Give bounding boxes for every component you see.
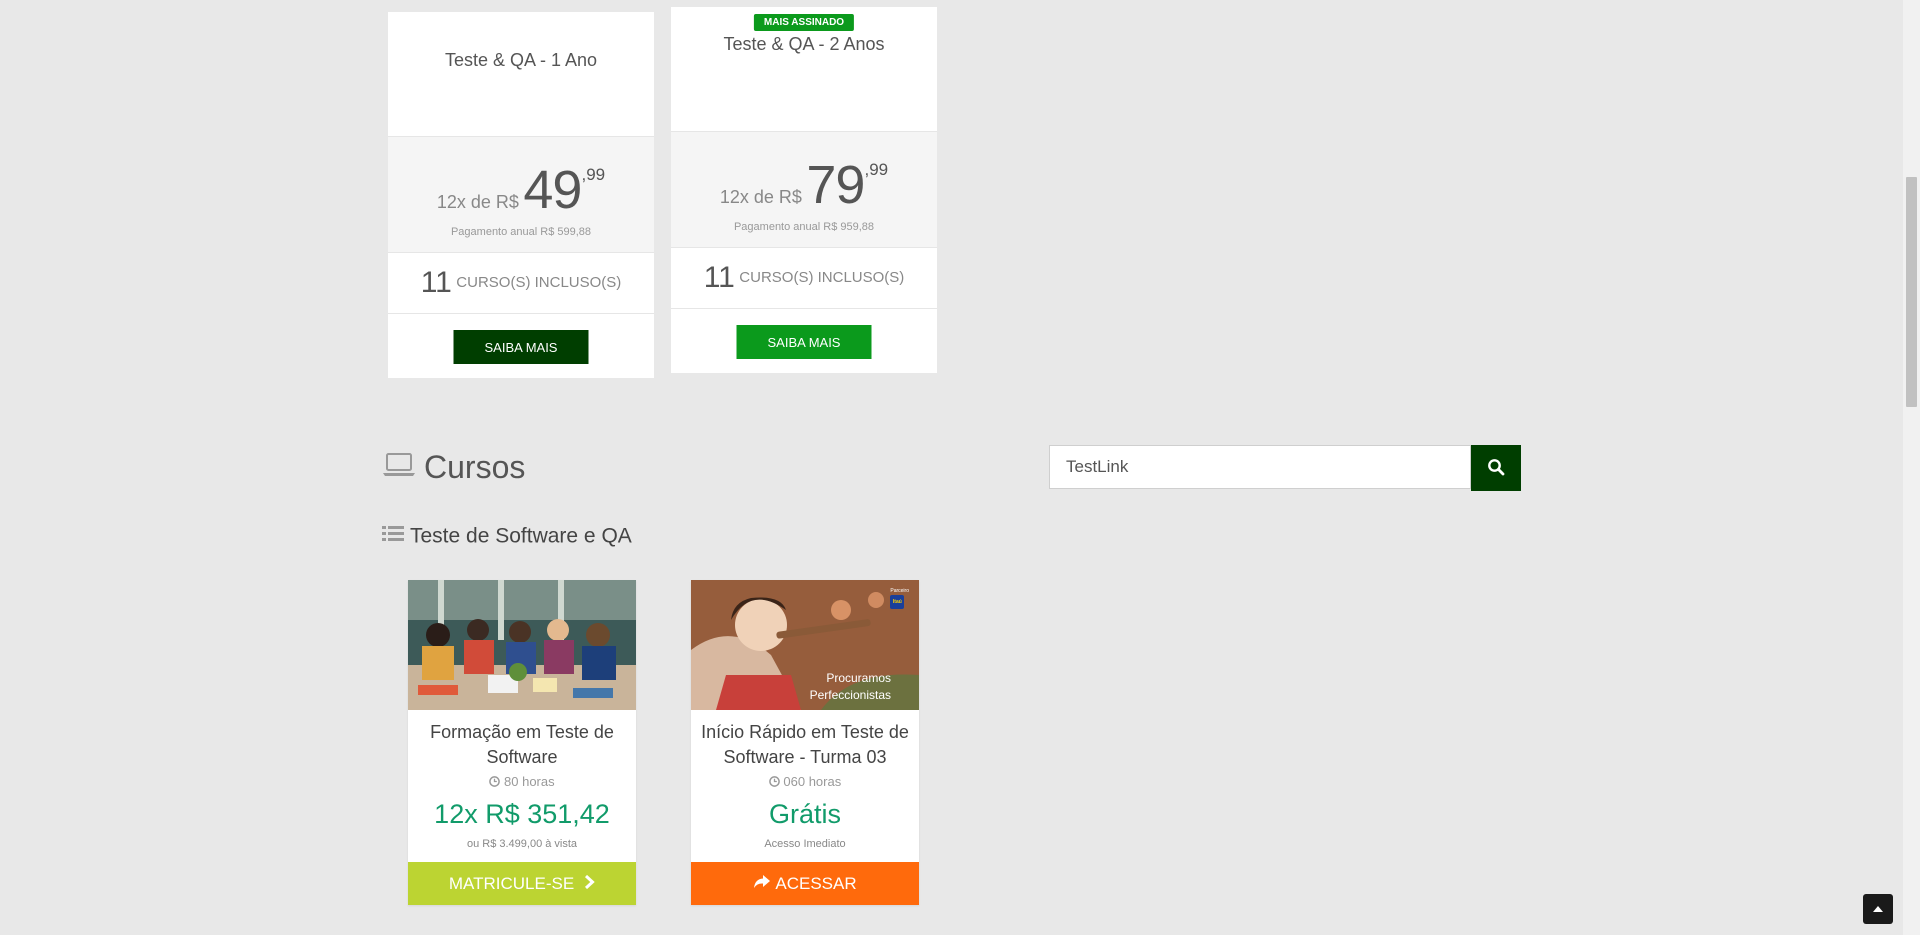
plan-card-1-year: Teste & QA - 1 Ano 12x de R$ 49,99 Pagam… — [388, 12, 654, 378]
course-image-team-meeting[interactable] — [408, 580, 636, 710]
price-integer: 79 — [806, 155, 865, 215]
search-icon — [1487, 458, 1505, 479]
image-caption: Procuramos Perfeccionistas — [810, 670, 891, 704]
courses-label: CURSO(S) INCLUSO(S) — [739, 269, 905, 286]
enroll-button-label: MATRICULE-SE — [448, 873, 575, 893]
price-cents: ,99 — [864, 160, 889, 179]
course-price: 12x R$ 351,42 — [434, 799, 610, 829]
course-price-note: ou R$ 3.499,00 à vista — [466, 838, 578, 850]
search-button[interactable] — [1471, 445, 1521, 491]
price-integer: 49 — [523, 160, 582, 220]
plan-courses-included: 11 CURSO(S) INCLUSO(S) — [671, 248, 937, 309]
image-caption-line-2: Perfeccionistas — [809, 688, 891, 702]
course-hours: 80 horas — [408, 774, 636, 790]
plan-cta-area: SAIBA MAIS — [388, 314, 654, 378]
plan-courses-included: 11 CURSO(S) INCLUSO(S) — [388, 253, 654, 314]
chevron-up-icon — [1872, 902, 1884, 917]
list-icon — [382, 524, 404, 548]
category-title-text: Teste de Software e QA — [410, 524, 632, 548]
price-cents: ,99 — [581, 165, 606, 184]
most-subscribed-badge: MAIS ASSINADO — [753, 14, 855, 31]
plan-card-2-years: MAIS ASSINADO Teste & QA - 2 Anos 12x de… — [671, 7, 937, 373]
plan-cta-area: SAIBA MAIS — [671, 309, 937, 373]
laptop-icon — [382, 449, 416, 486]
plan-title: Teste & QA - 2 Anos — [723, 34, 885, 54]
partner-tag-label: Parceiro — [890, 588, 909, 594]
course-hours: 060 horas — [691, 774, 919, 790]
course-title[interactable]: Início Rápido em Teste de Software - Tur… — [699, 720, 911, 770]
course-hours-text: 80 horas — [504, 774, 555, 789]
clock-icon — [768, 775, 780, 790]
chevron-right-icon — [584, 874, 595, 894]
page-scrollbar[interactable] — [1903, 0, 1920, 935]
access-button[interactable]: ACESSAR — [691, 862, 919, 905]
courses-label: CURSO(S) INCLUSO(S) — [456, 274, 622, 291]
access-button-label: ACESSAR — [775, 873, 857, 893]
plan-price-block: 12x de R$ 79,99 Pagamento anual R$ 959,8… — [671, 132, 937, 248]
search-input[interactable] — [1049, 445, 1471, 489]
plan-price-block: 12x de R$ 49,99 Pagamento anual R$ 599,8… — [388, 137, 654, 253]
course-card[interactable]: Procuramos Perfeccionistas Parceiro Itaú… — [691, 580, 919, 905]
scrollbar-thumb[interactable] — [1906, 177, 1917, 407]
price-line: 12x de R$ 49,99 — [388, 159, 654, 221]
course-price: Grátis — [768, 799, 841, 829]
annual-payment-note: Pagamento anual R$ 959,88 — [733, 221, 875, 233]
enroll-button[interactable]: MATRICULE-SE — [408, 862, 636, 905]
plan-title: Teste & QA - 1 Ano — [444, 50, 598, 70]
category-title: Teste de Software e QA — [382, 524, 632, 548]
plan-header: MAIS ASSINADO Teste & QA - 2 Anos — [671, 7, 937, 132]
price-prefix: 12x de R$ — [719, 187, 802, 207]
price-prefix: 12x de R$ — [436, 192, 519, 212]
courses-count: 11 — [420, 266, 452, 299]
saiba-mais-button[interactable]: SAIBA MAIS — [453, 330, 589, 364]
share-arrow-icon — [753, 874, 771, 894]
course-title[interactable]: Formação em Teste de Software — [416, 720, 628, 770]
courses-title-text: Cursos — [424, 449, 526, 486]
partner-tag: Parceiro Itaú — [890, 588, 909, 609]
courses-count: 11 — [703, 261, 735, 294]
courses-section-title: Cursos — [382, 447, 525, 486]
course-card[interactable]: Formação em Teste de Software 80 horas 1… — [408, 580, 636, 905]
price-line: 12x de R$ 79,99 — [671, 154, 937, 216]
plan-header: Teste & QA - 1 Ano — [388, 12, 654, 137]
course-hours-text: 060 horas — [783, 774, 842, 789]
course-price-note: Acesso Imediato — [764, 838, 846, 850]
clock-icon — [489, 775, 501, 790]
saiba-mais-button[interactable]: SAIBA MAIS — [736, 325, 872, 359]
back-to-top-button[interactable] — [1863, 894, 1893, 924]
image-caption-line-1: Procuramos — [826, 671, 891, 685]
itau-logo: Itaú — [890, 595, 905, 609]
course-image-perfectionists[interactable]: Procuramos Perfeccionistas Parceiro Itaú — [691, 580, 919, 710]
annual-payment-note: Pagamento anual R$ 599,88 — [450, 226, 592, 238]
